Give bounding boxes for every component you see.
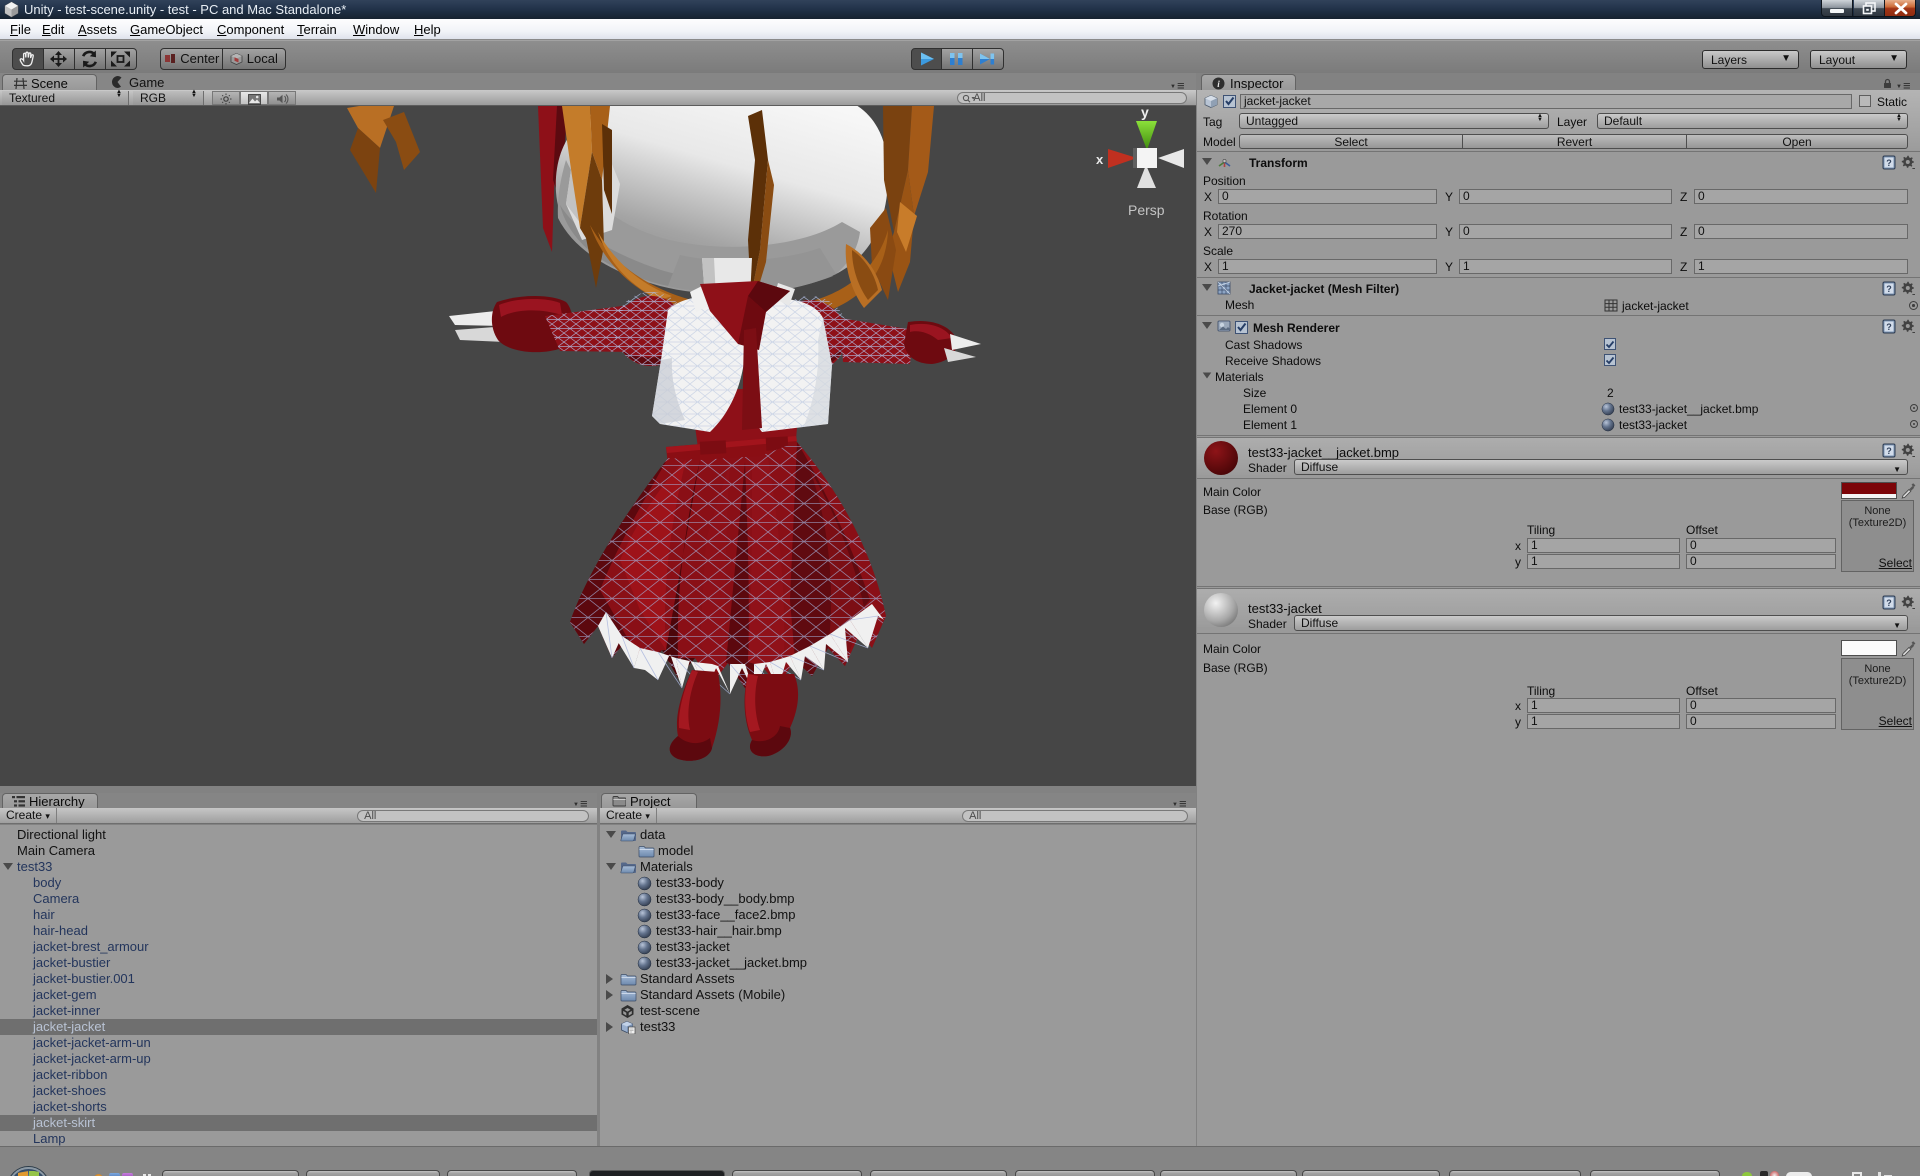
- svg-text:y: y: [1141, 106, 1149, 120]
- svg-text:Persp: Persp: [1128, 202, 1165, 218]
- svg-text:x: x: [1096, 152, 1104, 167]
